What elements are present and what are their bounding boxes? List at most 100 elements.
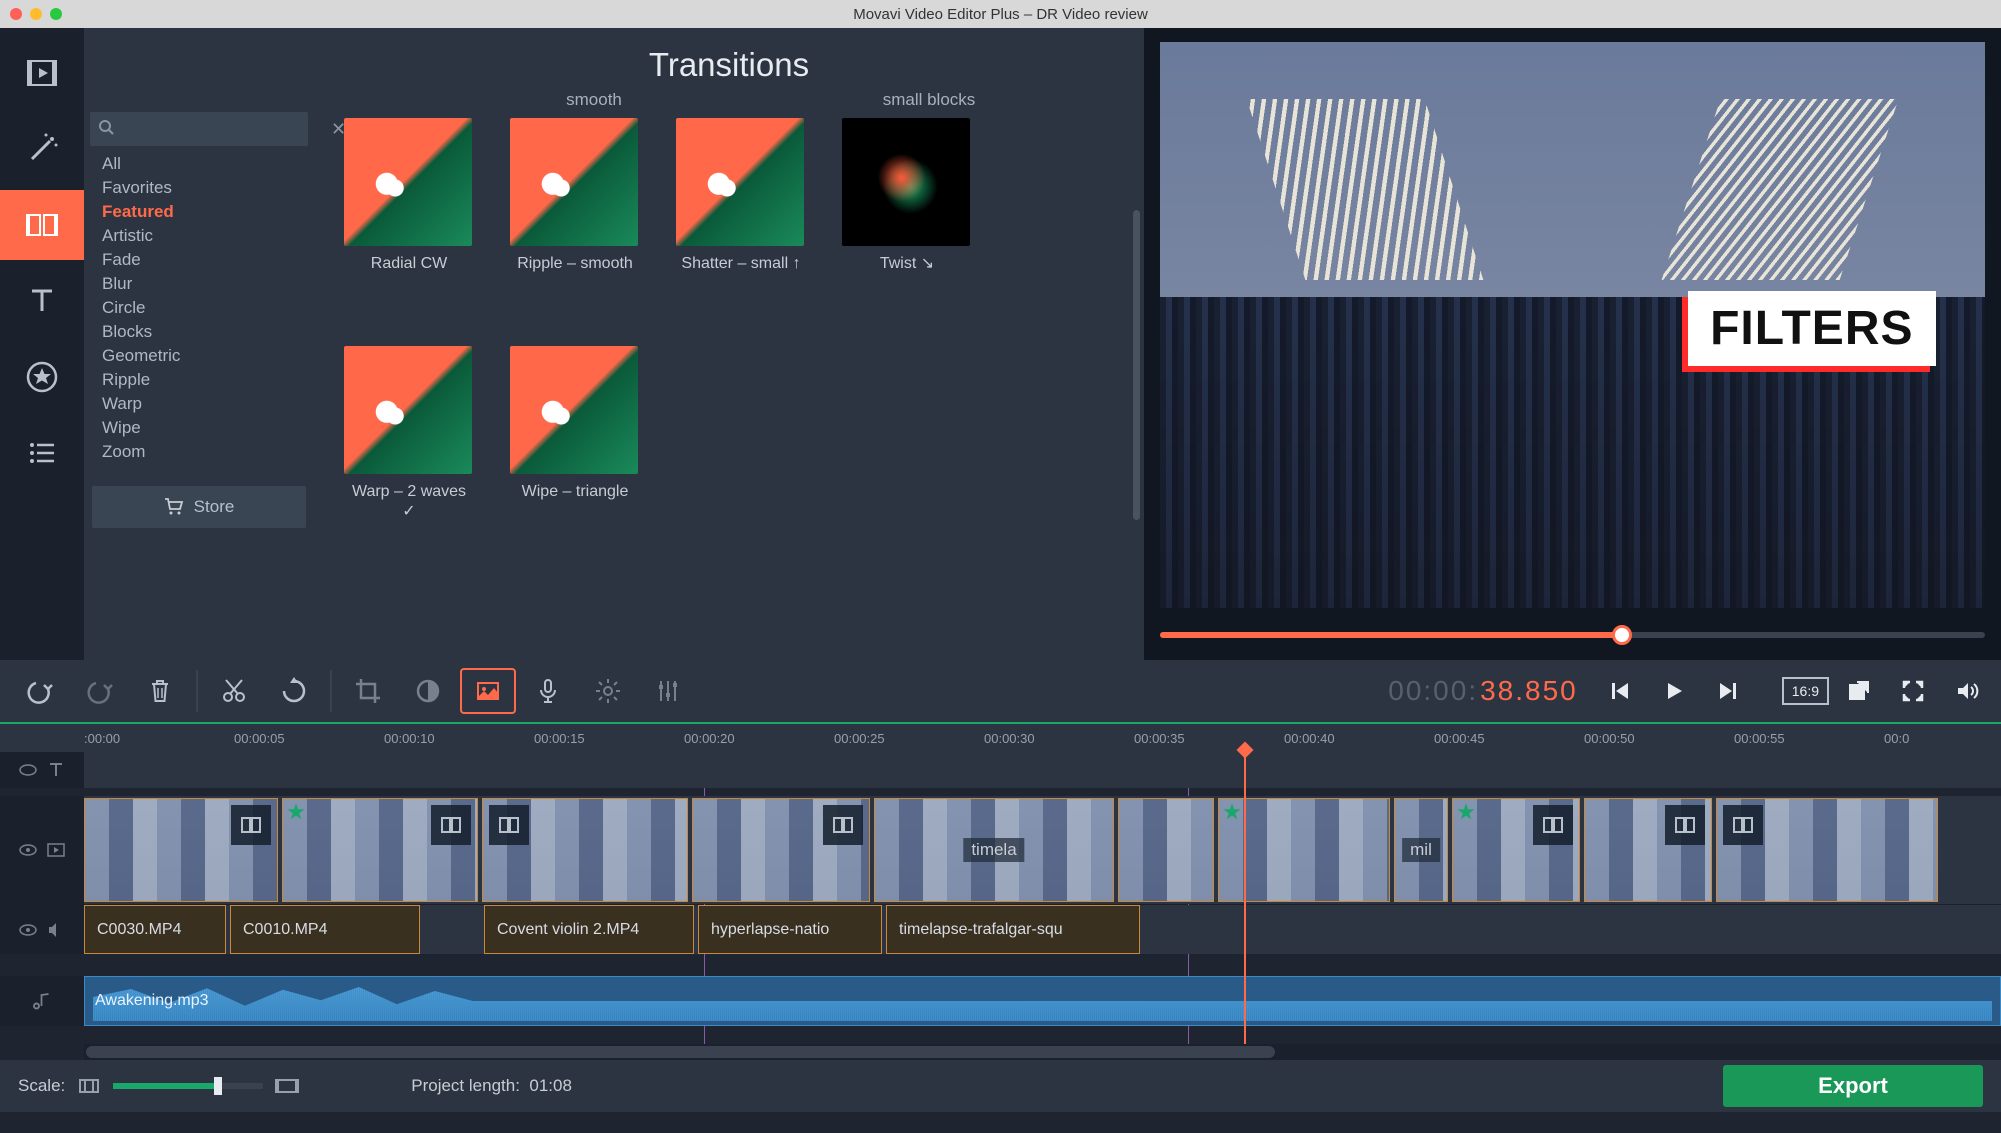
category-item-ripple[interactable]: Ripple bbox=[94, 368, 304, 392]
fullscreen-button[interactable] bbox=[1889, 670, 1937, 712]
title-track[interactable] bbox=[84, 752, 2001, 788]
transition-marker[interactable] bbox=[823, 805, 863, 845]
category-item-featured[interactable]: Featured bbox=[94, 200, 304, 224]
transition-marker[interactable] bbox=[431, 805, 471, 845]
cut-button[interactable] bbox=[206, 668, 262, 714]
speaker-icon bbox=[46, 920, 66, 940]
footer: Scale: Project length: 01:08 Export bbox=[0, 1060, 2001, 1112]
music-track-head[interactable] bbox=[0, 976, 84, 1026]
sidebar-filters-button[interactable] bbox=[0, 114, 84, 184]
delete-button[interactable] bbox=[132, 668, 188, 714]
category-item-warp[interactable]: Warp bbox=[94, 392, 304, 416]
category-item-zoom[interactable]: Zoom bbox=[94, 440, 304, 464]
popout-button[interactable] bbox=[1835, 670, 1883, 712]
panel-scrollbar[interactable] bbox=[1133, 210, 1140, 520]
zoom-out-button[interactable] bbox=[79, 1079, 99, 1093]
ruler-tick: 00:00:30 bbox=[984, 731, 1035, 746]
settings-button[interactable] bbox=[580, 668, 636, 714]
transition-marker[interactable] bbox=[489, 805, 529, 845]
video-clip[interactable] bbox=[1584, 798, 1712, 902]
audio-track-head[interactable] bbox=[0, 905, 84, 954]
category-item-blur[interactable]: Blur bbox=[94, 272, 304, 296]
export-button[interactable]: Export bbox=[1723, 1065, 1983, 1107]
transition-thumb[interactable]: Warp – 2 waves ✓ bbox=[344, 346, 474, 522]
close-window-button[interactable] bbox=[10, 8, 22, 20]
video-clip[interactable] bbox=[1118, 798, 1214, 902]
zoom-slider[interactable] bbox=[113, 1083, 263, 1089]
sidebar-transitions-button[interactable] bbox=[0, 190, 84, 260]
category-item-wipe[interactable]: Wipe bbox=[94, 416, 304, 440]
transition-marker[interactable] bbox=[1533, 805, 1573, 845]
timeline-ruler[interactable]: :00:0000:00:0500:00:1000:00:1500:00:2000… bbox=[0, 722, 2001, 752]
prev-frame-button[interactable] bbox=[1596, 670, 1644, 712]
transition-thumb[interactable]: Wipe – triangle bbox=[510, 346, 640, 522]
video-clip[interactable]: mil bbox=[1394, 798, 1448, 902]
wand-icon bbox=[24, 131, 60, 167]
preview-progress[interactable] bbox=[1160, 620, 1985, 650]
category-item-geometric[interactable]: Geometric bbox=[94, 344, 304, 368]
store-button[interactable]: Store bbox=[92, 486, 306, 528]
video-track[interactable]: timela mil bbox=[84, 796, 2001, 904]
maximize-window-button[interactable] bbox=[50, 8, 62, 20]
group-label-small-blocks: small blocks bbox=[844, 90, 1014, 110]
rotate-button[interactable] bbox=[266, 668, 322, 714]
aspect-ratio-selector[interactable]: 16:9 bbox=[1782, 677, 1829, 705]
audio-clip[interactable]: hyperlapse-natio bbox=[698, 905, 882, 954]
zoom-in-button[interactable] bbox=[277, 1079, 297, 1093]
timeline-scrollbar[interactable] bbox=[84, 1044, 2001, 1060]
preview-video[interactable]: FILTERS bbox=[1160, 42, 1985, 608]
audio-clip[interactable]: Covent violin 2.MP4 bbox=[484, 905, 694, 954]
category-item-blocks[interactable]: Blocks bbox=[94, 320, 304, 344]
category-item-circle[interactable]: Circle bbox=[94, 296, 304, 320]
video-clip[interactable] bbox=[84, 798, 278, 902]
category-item-all[interactable]: All bbox=[94, 152, 304, 176]
film-icon bbox=[46, 840, 66, 860]
crop-button[interactable] bbox=[340, 668, 396, 714]
video-clip[interactable] bbox=[692, 798, 870, 902]
audio-clip[interactable]: C0010.MP4 bbox=[230, 905, 420, 954]
microphone-button[interactable] bbox=[520, 668, 576, 714]
music-clip[interactable]: Awakening.mp3 bbox=[84, 976, 2001, 1026]
transition-marker[interactable] bbox=[1723, 805, 1763, 845]
music-track[interactable]: Awakening.mp3 bbox=[84, 976, 2001, 1026]
play-button[interactable] bbox=[1650, 670, 1698, 712]
title-track-head[interactable] bbox=[0, 752, 84, 788]
transition-thumb[interactable]: Radial CW bbox=[344, 118, 474, 274]
category-item-favorites[interactable]: Favorites bbox=[94, 176, 304, 200]
playhead[interactable] bbox=[1244, 752, 1246, 1044]
audio-clip[interactable]: C0030.MP4 bbox=[84, 905, 226, 954]
progress-knob[interactable] bbox=[1612, 625, 1632, 645]
video-clip[interactable]: timela bbox=[874, 798, 1114, 902]
highlight-button[interactable] bbox=[460, 668, 516, 714]
sidebar-media-button[interactable] bbox=[0, 38, 84, 108]
video-clip[interactable] bbox=[1716, 798, 1938, 902]
audio-clip[interactable]: timelapse-trafalgar-squ bbox=[886, 905, 1140, 954]
transition-thumb[interactable]: Shatter – small ↑ bbox=[676, 118, 806, 274]
clip-label: timela bbox=[963, 838, 1024, 862]
next-frame-button[interactable] bbox=[1704, 670, 1752, 712]
video-clip[interactable] bbox=[1452, 798, 1580, 902]
sidebar-more-button[interactable] bbox=[0, 418, 84, 488]
redo-button[interactable] bbox=[72, 668, 128, 714]
transition-thumb[interactable]: Ripple – smooth bbox=[510, 118, 640, 274]
video-clip[interactable] bbox=[482, 798, 688, 902]
transition-thumb[interactable]: Twist ↘ bbox=[842, 118, 972, 274]
minimize-window-button[interactable] bbox=[30, 8, 42, 20]
video-track-head[interactable] bbox=[0, 796, 84, 904]
volume-button[interactable] bbox=[1943, 670, 1991, 712]
equalizer-button[interactable] bbox=[640, 668, 696, 714]
sidebar-stickers-button[interactable] bbox=[0, 342, 84, 412]
color-button[interactable] bbox=[400, 668, 456, 714]
undo-button[interactable] bbox=[12, 668, 68, 714]
sidebar-titles-button[interactable] bbox=[0, 266, 84, 336]
project-length: Project length: 01:08 bbox=[411, 1076, 572, 1096]
category-item-fade[interactable]: Fade bbox=[94, 248, 304, 272]
tracks: timela mil C0030.MP4C0010.MP4 Covent violi… bbox=[0, 752, 2001, 1044]
video-clip[interactable] bbox=[282, 798, 478, 902]
audio-track[interactable]: C0030.MP4C0010.MP4 Covent violin 2.MP4hyp… bbox=[84, 905, 2001, 954]
transition-marker[interactable] bbox=[1665, 805, 1705, 845]
search-input[interactable] bbox=[122, 121, 321, 138]
category-item-artistic[interactable]: Artistic bbox=[94, 224, 304, 248]
preview-panel: FILTERS bbox=[1144, 28, 2001, 660]
transition-marker[interactable] bbox=[231, 805, 271, 845]
